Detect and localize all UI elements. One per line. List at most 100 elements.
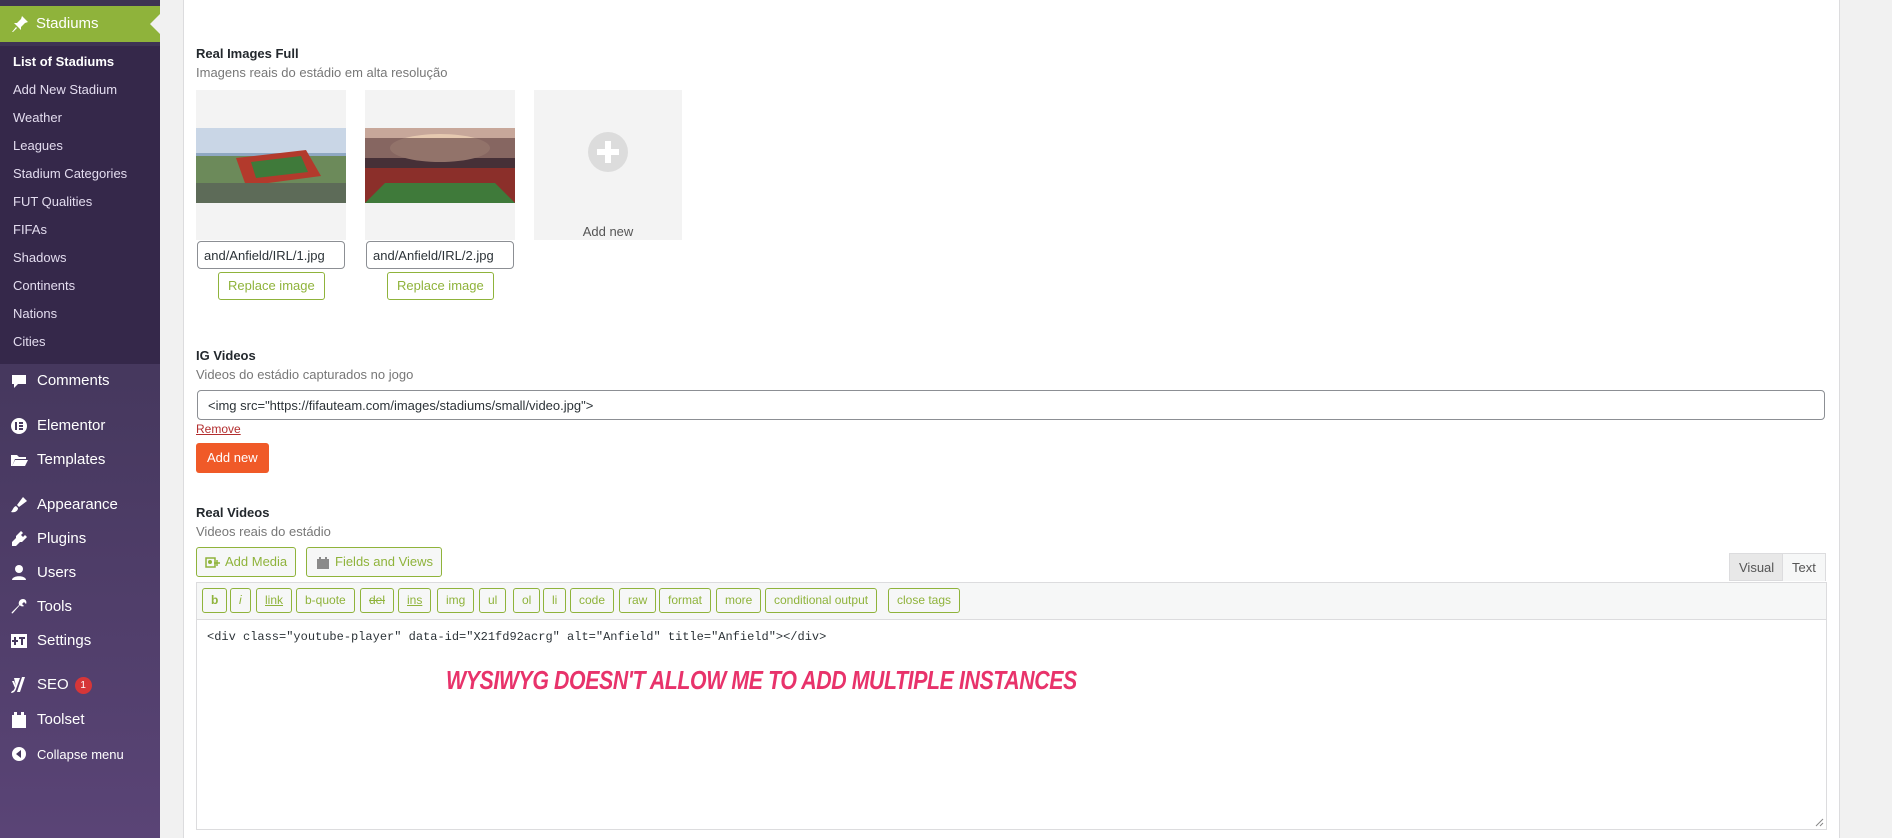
remove-link[interactable]: Remove <box>196 422 241 436</box>
replace-image-button[interactable]: Replace image <box>218 272 325 300</box>
sidebar-item-settings[interactable]: Settings <box>0 627 160 655</box>
brush-icon <box>11 497 27 513</box>
sidebar-item-label: Templates <box>37 451 106 468</box>
sidebar-item-elementor[interactable]: Elementor <box>0 412 160 440</box>
submenu-nations[interactable]: Nations <box>13 306 57 321</box>
submenu-list-of-stadiums[interactable]: List of Stadiums <box>13 54 114 69</box>
real-images-title: Real Images Full <box>196 46 299 61</box>
sidebar-item-plugins[interactable]: Plugins <box>0 525 160 553</box>
sidebar-item-label: Comments <box>37 372 110 389</box>
fields-and-views-button[interactable]: Fields and Views <box>306 547 443 577</box>
admin-sidebar: Stadiums List of Stadiums Add New Stadiu… <box>0 0 160 838</box>
replace-image-button[interactable]: Replace image <box>387 272 494 300</box>
image-thumbnail[interactable] <box>365 90 515 240</box>
sidebar-item-label: Settings <box>37 632 92 649</box>
text-editor[interactable]: b i link b-quote del ins img ul ol li co… <box>196 582 1827 830</box>
sidebar-item-toolset[interactable]: Toolset <box>0 706 160 734</box>
image-path-input[interactable] <box>366 241 514 269</box>
plus-circle-icon <box>588 132 628 172</box>
sidebar-item-label: Plugins <box>37 530 87 547</box>
sidebar-item-label: SEO 1 <box>37 676 92 694</box>
yoast-icon <box>11 677 25 693</box>
submenu-add-new-stadium[interactable]: Add New Stadium <box>13 82 117 97</box>
quicktag-ul[interactable]: ul <box>479 588 507 613</box>
quicktag-code[interactable]: code <box>570 588 615 613</box>
stadium-aerial-image <box>196 128 346 203</box>
image-thumbnail[interactable] <box>196 90 346 240</box>
sidebar-item-label: Toolset <box>37 711 85 728</box>
user-icon <box>12 565 26 580</box>
add-new-image-button[interactable]: Add new <box>534 90 682 240</box>
resize-handle-icon[interactable] <box>1815 818 1824 827</box>
quicktag-b[interactable]: b <box>202 588 228 613</box>
pin-icon <box>12 16 28 32</box>
stadiums-submenu: List of Stadiums Add New Stadium Weather… <box>0 46 160 364</box>
add-media-label: Add Media <box>225 554 288 569</box>
real-images-description: Imagens reais do estádio em alta resoluç… <box>196 65 448 80</box>
quicktags-toolbar: b i link b-quote del ins img ul ol li co… <box>197 583 1826 620</box>
real-videos-title: Real Videos <box>196 505 270 520</box>
tab-visual[interactable]: Visual <box>1729 553 1785 581</box>
quicktag-ins[interactable]: ins <box>398 588 432 613</box>
quicktag-format[interactable]: format <box>659 588 712 613</box>
sidebar-item-label: Collapse menu <box>37 747 124 762</box>
editor-content[interactable]: <div class="youtube-player" data-id="X21… <box>207 630 826 644</box>
quicktag-close-tags[interactable]: close tags <box>888 588 961 613</box>
quicktag-li[interactable]: li <box>543 588 567 613</box>
stadium-interior-image <box>365 128 515 203</box>
annotation-text: WYSIWYG DOESN'T ALLOW ME TO ADD MULTIPLE… <box>446 665 1077 695</box>
fields-and-views-label: Fields and Views <box>335 554 434 569</box>
quicktag-conditional-output[interactable]: conditional output <box>765 588 878 613</box>
add-media-icon <box>205 556 220 568</box>
sidebar-item-label: Tools <box>37 598 73 615</box>
sidebar-item-stadiums[interactable]: Stadiums <box>0 6 160 42</box>
sidebar-item-label: Appearance <box>37 496 118 513</box>
submenu-fut-qualities[interactable]: FUT Qualities <box>13 194 92 209</box>
quicktag-i[interactable]: i <box>230 588 251 613</box>
collapse-icon <box>12 747 26 761</box>
settings-icon <box>11 634 27 648</box>
submenu-fifas[interactable]: FIFAs <box>13 222 47 237</box>
toolset-icon <box>12 712 26 728</box>
submenu-weather[interactable]: Weather <box>13 110 62 125</box>
current-indicator <box>150 14 160 34</box>
sidebar-item-appearance[interactable]: Appearance <box>0 491 160 519</box>
quicktag-del[interactable]: del <box>360 588 395 613</box>
submenu-cities[interactable]: Cities <box>13 334 46 349</box>
image-path-input[interactable] <box>197 241 345 269</box>
seo-label: SEO <box>37 676 69 693</box>
sidebar-item-tools[interactable]: Tools <box>0 593 160 621</box>
quicktag-raw[interactable]: raw <box>619 588 657 613</box>
submenu-shadows[interactable]: Shadows <box>13 250 66 265</box>
seo-notification-badge: 1 <box>74 676 92 694</box>
add-media-button[interactable]: Add Media <box>196 547 297 577</box>
add-new-video-button[interactable]: Add new <box>196 443 269 473</box>
collapse-menu-button[interactable]: Collapse menu <box>0 740 160 768</box>
quicktag-b-quote[interactable]: b-quote <box>296 588 355 613</box>
comment-icon <box>12 375 26 388</box>
quicktag-ol[interactable]: ol <box>513 588 541 613</box>
toolset-fields-icon <box>317 556 329 569</box>
sidebar-item-templates[interactable]: Templates <box>0 446 160 474</box>
quicktag-more[interactable]: more <box>716 588 762 613</box>
ig-videos-title: IG Videos <box>196 348 256 363</box>
ig-videos-description: Videos do estádio capturados no jogo <box>196 367 414 382</box>
sidebar-item-users[interactable]: Users <box>0 559 160 587</box>
submenu-leagues[interactable]: Leagues <box>13 138 63 153</box>
tab-text[interactable]: Text <box>1782 553 1826 581</box>
submenu-stadium-categories[interactable]: Stadium Categories <box>13 166 127 181</box>
plug-icon <box>12 531 27 546</box>
folder-icon <box>11 455 28 466</box>
sidebar-item-label: Elementor <box>37 417 106 434</box>
add-new-label: Add new <box>582 224 634 239</box>
elementor-icon <box>11 418 27 434</box>
quicktag-img[interactable]: img <box>437 588 475 613</box>
sidebar-item-label: Users <box>37 564 77 581</box>
submenu-continents[interactable]: Continents <box>13 278 75 293</box>
quicktag-link[interactable]: link <box>256 588 293 613</box>
real-videos-description: Videos reais do estádio <box>196 524 331 539</box>
sidebar-item-comments[interactable]: Comments <box>0 367 160 395</box>
ig-video-input[interactable] <box>197 390 1825 420</box>
sidebar-item-seo[interactable]: SEO 1 <box>0 671 160 699</box>
wrench-icon <box>11 599 27 614</box>
